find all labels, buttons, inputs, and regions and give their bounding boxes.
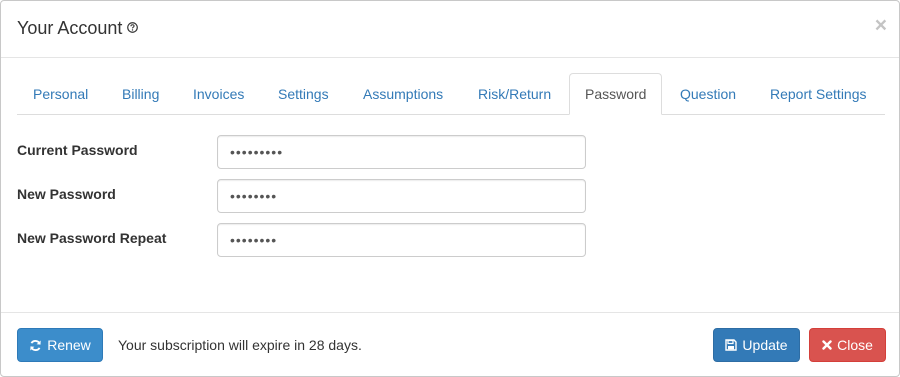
refresh-icon <box>30 339 41 351</box>
close-button[interactable]: Close <box>809 328 886 362</box>
current-password-label: Current Password <box>17 142 138 158</box>
current-password-input[interactable] <box>217 135 586 169</box>
times-icon <box>822 340 832 350</box>
close-label: Close <box>837 337 873 353</box>
save-icon <box>725 339 738 351</box>
new-password-input[interactable] <box>217 179 586 213</box>
update-label: Update <box>742 337 788 353</box>
tab-report-settings[interactable]: Report Settings <box>770 73 867 115</box>
renew-label: Renew <box>47 337 91 353</box>
renew-button[interactable]: Renew <box>17 328 103 362</box>
modal-title: Your Account <box>17 17 139 39</box>
subscription-message: Your subscription will expire in 28 days… <box>118 337 362 353</box>
modal-header: Your Account × <box>1 1 899 58</box>
modal-footer: Renew Your subscription will expire in 2… <box>1 312 899 376</box>
tab-personal[interactable]: Personal <box>33 73 88 115</box>
tab-password[interactable]: Password <box>569 73 663 115</box>
tab-assumptions[interactable]: Assumptions <box>363 73 443 115</box>
tab-settings[interactable]: Settings <box>278 73 329 115</box>
new-password-repeat-input[interactable] <box>217 223 586 257</box>
tab-question[interactable]: Question <box>680 73 736 115</box>
new-password-repeat-label: New Password Repeat <box>17 230 167 246</box>
update-button[interactable]: Update <box>713 328 800 362</box>
new-password-label: New Password <box>17 186 116 202</box>
tab-billing[interactable]: Billing <box>122 73 159 115</box>
account-modal: Your Account × Personal Billing Invoices… <box>0 0 900 377</box>
question-circle-icon[interactable] <box>127 22 139 33</box>
tab-invoices[interactable]: Invoices <box>193 73 244 115</box>
close-icon[interactable]: × <box>875 15 887 36</box>
tab-risk-return[interactable]: Risk/Return <box>478 73 551 115</box>
modal-title-text: Your Account <box>17 18 123 38</box>
account-tabs: Personal Billing Invoices Settings Assum… <box>17 73 885 115</box>
